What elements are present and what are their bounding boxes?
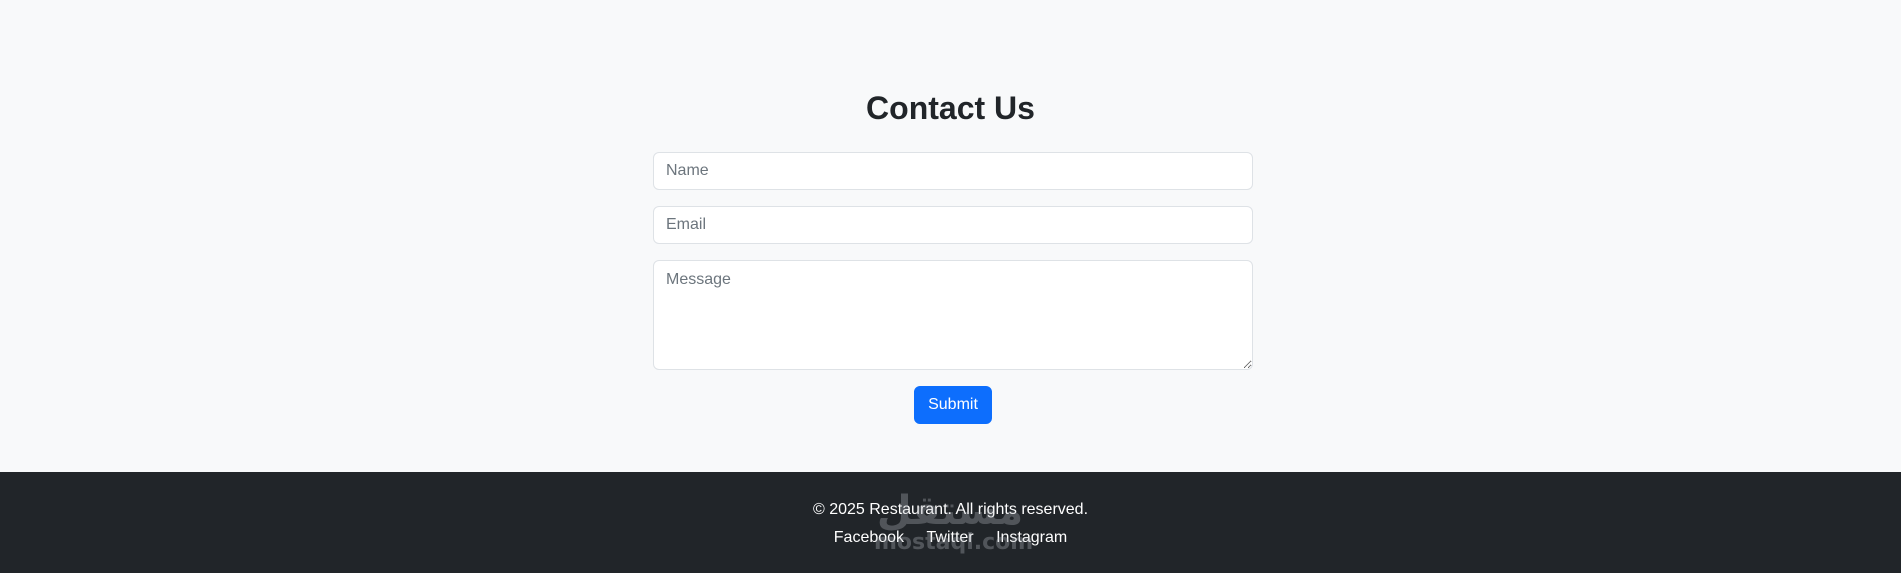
- page-title: Contact Us: [866, 90, 1035, 126]
- submit-button[interactable]: Submit: [914, 386, 992, 424]
- email-field[interactable]: [653, 206, 1253, 244]
- name-field[interactable]: [653, 152, 1253, 190]
- instagram-link[interactable]: Instagram: [996, 529, 1067, 546]
- social-links: Facebook Twitter Instagram: [0, 526, 1901, 550]
- message-field[interactable]: [653, 260, 1253, 370]
- site-footer: © 2025 Restaurant. All rights reserved. …: [0, 472, 1901, 573]
- contact-section: Contact Us Submit: [0, 0, 1901, 472]
- twitter-link[interactable]: Twitter: [927, 529, 974, 546]
- page: Contact Us Submit © 2025 Restaurant. All…: [0, 0, 1901, 573]
- facebook-link[interactable]: Facebook: [834, 529, 904, 546]
- copyright-text: © 2025 Restaurant. All rights reserved.: [812, 501, 1089, 518]
